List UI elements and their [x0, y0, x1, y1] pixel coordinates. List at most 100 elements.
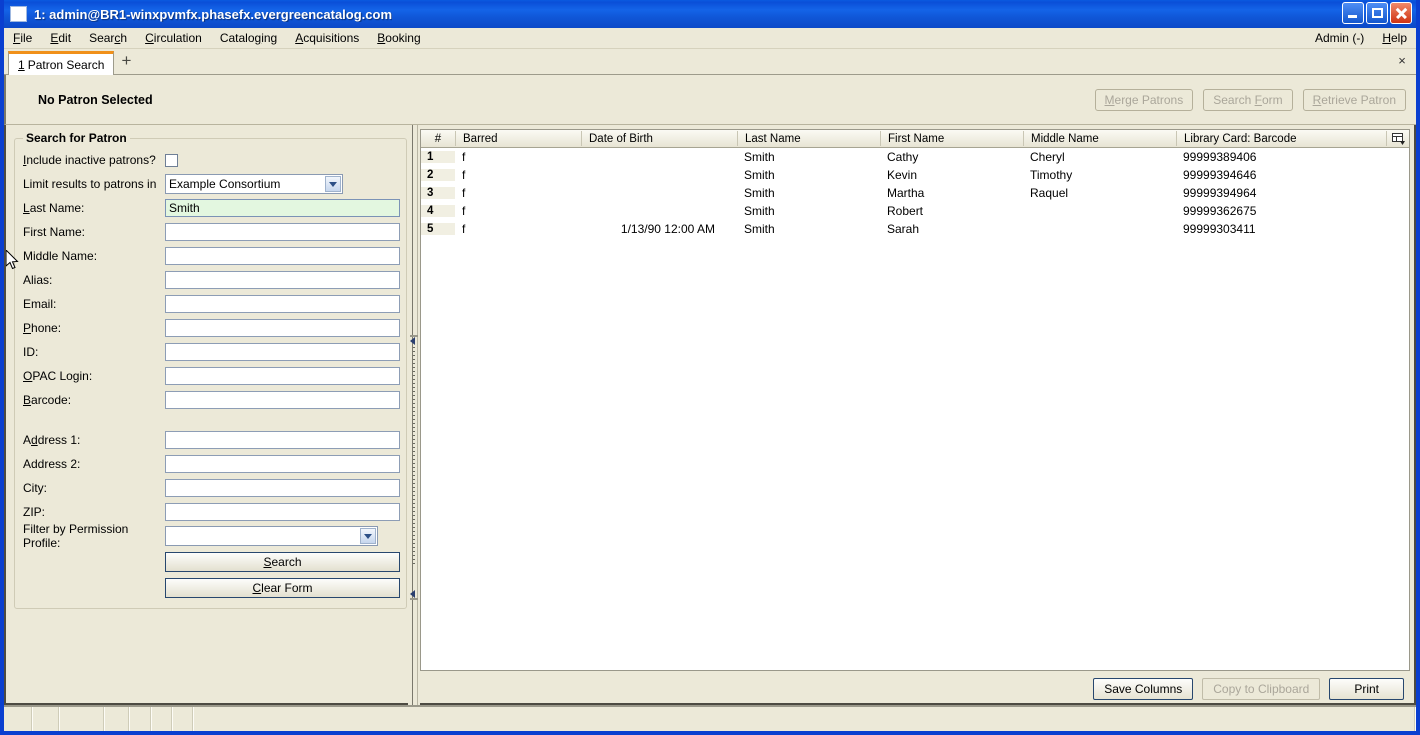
minimize-button[interactable]	[1342, 2, 1364, 24]
search-for-patron-fieldset: Search for Patron Include inactive patro…	[14, 131, 407, 609]
table-row[interactable]: 4 f Smith Robert 99999362675	[421, 202, 1409, 220]
cell-first-name: Cathy	[887, 150, 919, 164]
retrieve-patron-button[interactable]: Retrieve Patron	[1302, 88, 1406, 111]
print-button[interactable]: Print	[1329, 678, 1404, 700]
results-footer: Save Columns Copy to Clipboard Print	[420, 675, 1410, 703]
first-name-label: First Name:	[23, 225, 86, 239]
status-segment	[60, 707, 105, 731]
table-row[interactable]: 5 f 1/13/90 12:00 AM Smith Sarah 9999930…	[421, 220, 1409, 238]
last-name-input[interactable]	[165, 199, 400, 217]
opac-login-input[interactable]	[165, 367, 400, 385]
close-button[interactable]	[1390, 2, 1412, 24]
cell-last-name: Smith	[744, 168, 775, 182]
splitter-grip[interactable]	[413, 347, 415, 567]
email-input[interactable]	[165, 295, 400, 313]
menu-help[interactable]: Help	[1373, 29, 1416, 47]
cell-library-card: 99999362675	[1183, 204, 1257, 218]
form-spacer	[23, 412, 400, 428]
results-rows: 1 f Smith Cathy Cheryl 99999389406 2 f S…	[421, 148, 1409, 670]
field-row-clear-button: Clear Form	[23, 574, 400, 600]
status-segment-main	[194, 707, 1416, 731]
column-header-library-card[interactable]: Library Card: Barcode	[1176, 131, 1386, 146]
column-header-num[interactable]: #	[421, 131, 455, 146]
field-row-last-name: Last Name:	[23, 196, 400, 220]
field-row-barcode: Barcode:	[23, 388, 400, 412]
save-columns-button[interactable]: Save Columns	[1093, 678, 1194, 700]
zip-label: ZIP:	[23, 505, 46, 519]
copy-to-clipboard-button[interactable]: Copy to Clipboard	[1202, 678, 1321, 700]
status-segment	[152, 707, 173, 731]
title-bar: 1: admin@BR1-winxpvmfx.phasefx.evergreen…	[4, 0, 1416, 28]
menu-file-label: ile	[20, 31, 33, 45]
merge-patrons-button[interactable]: Merge Patrons	[1094, 88, 1194, 111]
permission-profile-select[interactable]	[165, 526, 378, 546]
main-body: Search for Patron Include inactive patro…	[4, 125, 1416, 705]
cell-middle-name: Raquel	[1030, 186, 1069, 200]
menu-admin[interactable]: Admin (-)	[1306, 29, 1373, 47]
chevron-down-icon[interactable]	[360, 528, 376, 544]
column-header-date-of-birth[interactable]: Date of Birth	[581, 131, 737, 146]
new-tab-button[interactable]: +	[114, 49, 138, 73]
first-name-input[interactable]	[165, 223, 400, 241]
search-button[interactable]: Search	[165, 552, 400, 572]
cell-barred: f	[462, 168, 466, 182]
results-panel: # Barred Date of Birth Last Name First N…	[420, 125, 1416, 705]
limit-results-select[interactable]: Example Consortium	[165, 174, 343, 194]
splitter-collapse-bottom-icon[interactable]	[410, 590, 418, 600]
menu-acquisitions[interactable]: Acquisitions	[286, 29, 368, 47]
search-form-button[interactable]: Search Form	[1203, 88, 1293, 111]
tab-number: 1	[18, 57, 25, 72]
cell-last-name: Smith	[744, 204, 775, 218]
alias-input[interactable]	[165, 271, 400, 289]
clear-form-button[interactable]: Clear Form	[165, 578, 400, 598]
table-row[interactable]: 2 f Smith Kevin Timothy 99999394646	[421, 166, 1409, 184]
table-row[interactable]: 1 f Smith Cathy Cheryl 99999389406	[421, 148, 1409, 166]
chevron-down-icon[interactable]	[325, 176, 341, 192]
window-title: 1: admin@BR1-winxpvmfx.phasefx.evergreen…	[34, 6, 393, 22]
middle-name-input[interactable]	[165, 247, 400, 265]
application-window: 1: admin@BR1-winxpvmfx.phasefx.evergreen…	[0, 0, 1420, 735]
include-inactive-checkbox[interactable]	[165, 153, 178, 167]
menu-cataloging[interactable]: Cataloging	[211, 29, 286, 47]
splitter-collapse-top-icon[interactable]	[410, 335, 418, 345]
phone-input[interactable]	[165, 319, 400, 337]
address2-label: Address 2:	[23, 457, 81, 471]
table-row[interactable]: 3 f Smith Martha Raquel 99999394964	[421, 184, 1409, 202]
menu-circulation[interactable]: Circulation	[136, 29, 211, 47]
menu-edit[interactable]: Edit	[41, 29, 80, 47]
column-header-first-name[interactable]: First Name	[880, 131, 1023, 146]
cell-last-name: Smith	[744, 186, 775, 200]
cell-first-name: Martha	[887, 186, 925, 200]
column-header-barred[interactable]: Barred	[455, 131, 581, 146]
address1-input[interactable]	[165, 431, 400, 449]
cell-library-card: 99999389406	[1183, 150, 1257, 164]
close-tab-icon[interactable]: ×	[1392, 48, 1412, 72]
panel-splitter[interactable]	[408, 125, 420, 705]
cell-first-name: Sarah	[887, 222, 920, 236]
maximize-button[interactable]	[1366, 2, 1388, 24]
menu-file[interactable]: File	[4, 29, 41, 47]
field-row-phone: Phone:	[23, 316, 400, 340]
id-input[interactable]	[165, 343, 400, 361]
id-label: ID:	[23, 345, 39, 359]
cell-num: 2	[421, 169, 455, 181]
cell-num: 3	[421, 187, 455, 199]
cell-barred: f	[462, 204, 466, 218]
barcode-input[interactable]	[165, 391, 400, 409]
cell-first-name: Robert	[887, 204, 924, 218]
tab-patron-search[interactable]: 1 Patron Search	[8, 51, 115, 75]
menu-search[interactable]: Search	[80, 29, 136, 47]
results-grid-header: # Barred Date of Birth Last Name First N…	[421, 130, 1409, 148]
tab-label: Patron Search	[27, 57, 105, 72]
zip-input[interactable]	[165, 503, 400, 521]
search-panel-legend: Search for Patron	[26, 131, 127, 145]
menu-booking[interactable]: Booking	[368, 29, 429, 47]
cell-first-name: Kevin	[887, 168, 918, 182]
menu-bar: File Edit Search Circulation Cataloging …	[4, 28, 1416, 49]
column-header-middle-name[interactable]: Middle Name	[1023, 131, 1176, 146]
city-input[interactable]	[165, 479, 400, 497]
column-header-last-name[interactable]: Last Name	[737, 131, 880, 146]
address2-input[interactable]	[165, 455, 400, 473]
column-picker-icon[interactable]	[1386, 131, 1409, 146]
phone-label: Phone:	[23, 321, 62, 335]
